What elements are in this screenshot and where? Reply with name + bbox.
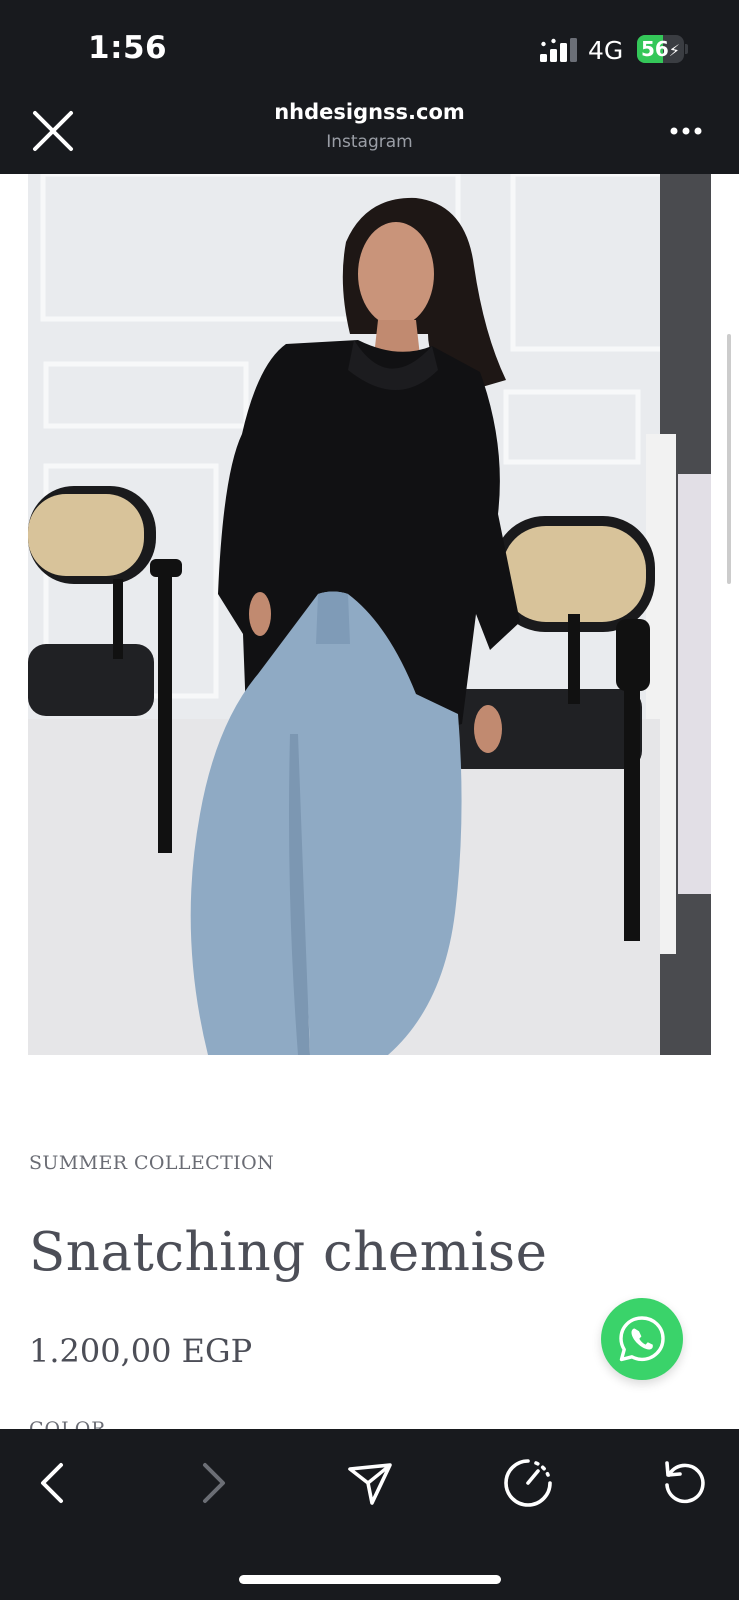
whatsapp-chat-button[interactable] xyxy=(601,1298,683,1380)
network-type: 4G xyxy=(588,36,624,65)
chevron-left-icon[interactable] xyxy=(23,1453,83,1513)
battery-percent: 56⚡ xyxy=(640,37,681,61)
product-title: Snatching chemise xyxy=(29,1222,548,1283)
web-page-content: SUMMER COLLECTION Snatching chemise 1.20… xyxy=(0,174,739,1429)
scrollbar[interactable] xyxy=(727,334,731,584)
product-price: 1.200,00 EGP xyxy=(29,1332,253,1370)
status-time: 1:56 xyxy=(88,30,168,66)
chevron-right-icon[interactable] xyxy=(183,1453,243,1513)
browser-header: nhdesignss.com Instagram xyxy=(0,100,739,174)
home-indicator[interactable] xyxy=(239,1575,501,1584)
reload-icon[interactable] xyxy=(655,1453,715,1513)
more-horizontal-icon[interactable] xyxy=(666,116,706,146)
browser-toolbar xyxy=(0,1429,739,1600)
site-source: Instagram xyxy=(326,132,413,152)
color-option-label: COLOR xyxy=(29,1418,107,1429)
product-image[interactable] xyxy=(28,174,711,1055)
whatsapp-icon xyxy=(619,1316,665,1362)
collection-label[interactable]: SUMMER COLLECTION xyxy=(29,1152,274,1174)
cellular-signal-icon xyxy=(540,38,577,62)
site-domain: nhdesignss.com xyxy=(274,100,465,124)
status-bar: 1:56 4G 56⚡ xyxy=(0,0,739,100)
speedometer-icon[interactable] xyxy=(498,1453,558,1513)
send-icon[interactable] xyxy=(340,1453,400,1513)
battery-icon: 56⚡ xyxy=(637,35,688,63)
